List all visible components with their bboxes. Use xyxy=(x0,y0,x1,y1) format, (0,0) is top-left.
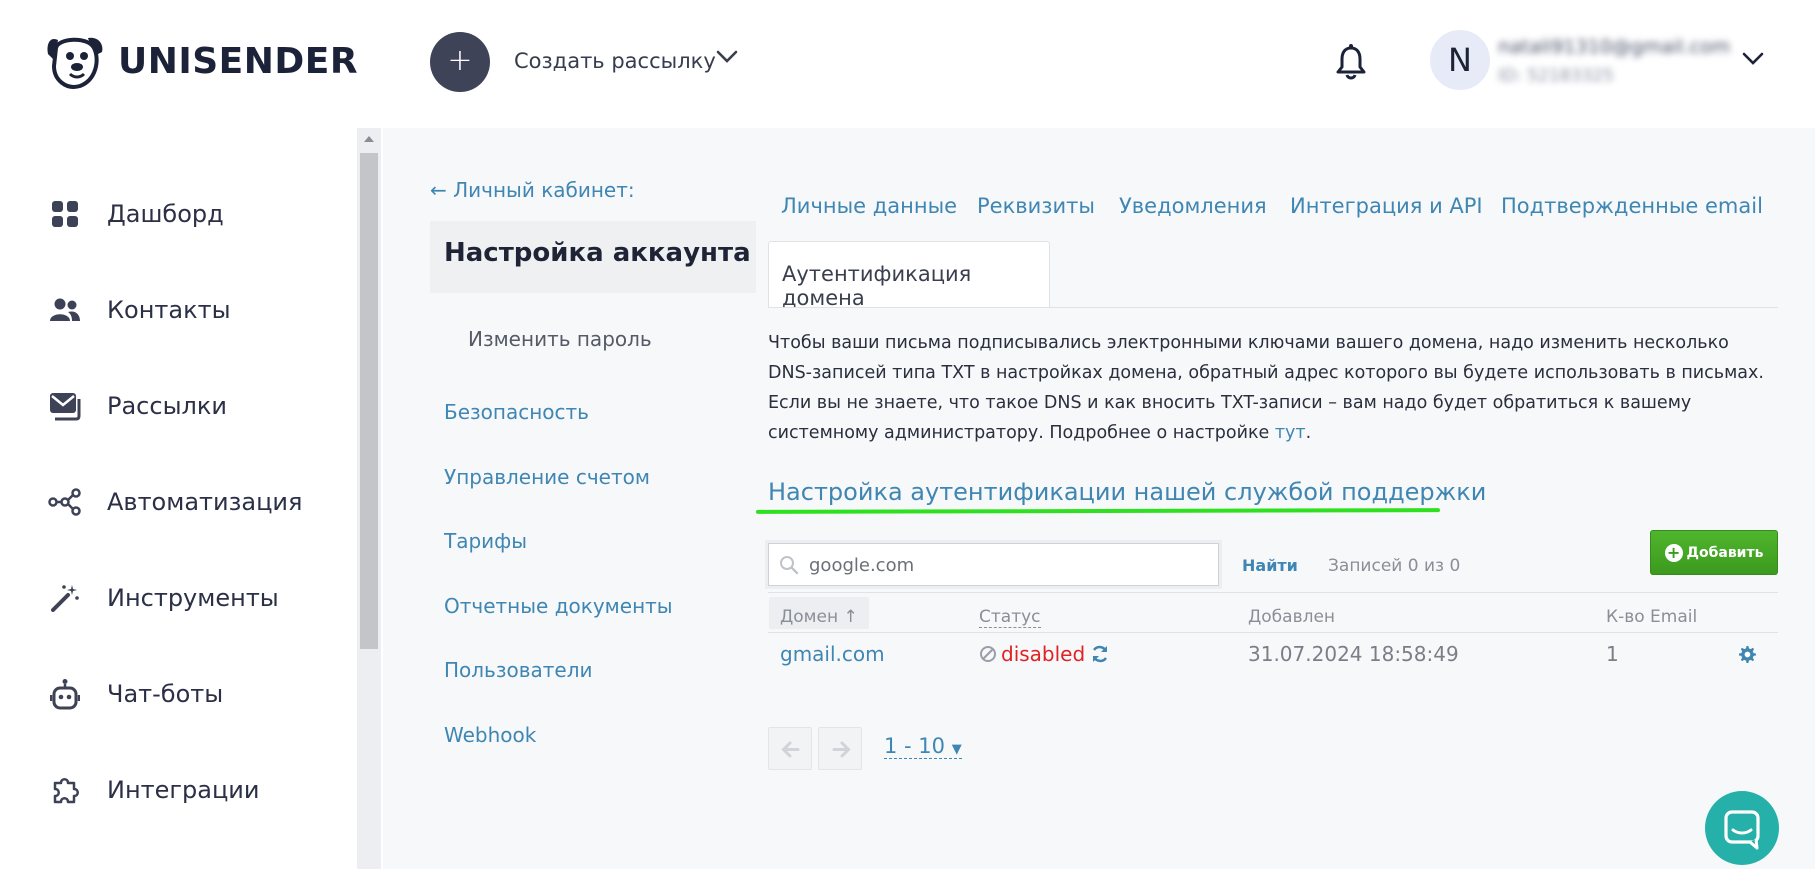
user-email: natali91310@gmail.com xyxy=(1498,36,1731,58)
chevron-down-icon[interactable] xyxy=(716,50,738,64)
table-header: Домен ↑ Статус Добавлен К-во Email xyxy=(768,592,1778,633)
disabled-circle-icon xyxy=(980,646,996,662)
account-menu-tariffs[interactable]: Тарифы xyxy=(444,529,527,553)
account-menu-users[interactable]: Пользователи xyxy=(444,658,593,682)
gear-icon[interactable] xyxy=(1737,645,1756,664)
pagination-next-button[interactable] xyxy=(818,727,862,770)
chat-icon xyxy=(1724,810,1760,850)
automation-icon xyxy=(48,485,82,519)
brand-name: UNISENDER xyxy=(118,40,359,82)
back-to-cabinet-link[interactable]: ← Личный кабинет: xyxy=(430,178,635,202)
account-menu-reports[interactable]: Отчетные документы xyxy=(444,594,673,618)
row-domain-link[interactable]: gmail.com xyxy=(780,642,885,666)
support-setup-link[interactable]: Настройка аутентификации нашей службой п… xyxy=(768,478,1486,506)
sidebar-item-tools[interactable]: Инструменты xyxy=(48,578,279,618)
sidebar-item-automation[interactable]: Автоматизация xyxy=(48,482,302,522)
mailings-icon xyxy=(48,389,82,423)
sidebar-scrollbar[interactable] xyxy=(357,128,381,869)
dog-logo-icon xyxy=(47,37,103,89)
tab-requisites[interactable]: Реквизиты xyxy=(977,194,1095,218)
sidebar-item-label: Дашборд xyxy=(107,200,224,228)
column-header-added[interactable]: Добавлен xyxy=(1248,607,1335,627)
tab-confirmed-emails[interactable]: Подтвержденные email xyxy=(1501,194,1763,218)
create-mailing-label[interactable]: Создать рассылку xyxy=(514,49,716,73)
sidebar-item-label: Рассылки xyxy=(107,392,227,420)
description-text: Чтобы ваши письма подписывались электрон… xyxy=(768,328,1778,448)
sidebar-item-label: Чат-боты xyxy=(107,680,224,708)
profile-chevron-down-icon[interactable] xyxy=(1742,52,1764,66)
records-count: Записей 0 из 0 xyxy=(1328,556,1461,576)
account-menu-webhook[interactable]: Webhook xyxy=(444,723,536,747)
integrations-icon xyxy=(48,773,82,807)
account-menu-security[interactable]: Безопасность xyxy=(444,400,589,424)
search-icon xyxy=(780,556,799,575)
add-button-label: Добавить xyxy=(1686,544,1764,561)
contacts-icon xyxy=(48,293,82,327)
create-mailing-button[interactable]: + xyxy=(430,32,490,92)
domain-search-field[interactable] xyxy=(768,543,1219,586)
sidebar-item-label: Контакты xyxy=(107,296,231,324)
bell-icon[interactable] xyxy=(1335,44,1367,80)
row-status: disabled xyxy=(979,642,1110,666)
sidebar-item-mailings[interactable]: Рассылки xyxy=(48,386,227,426)
account-menu-billing[interactable]: Управление счетом xyxy=(444,465,650,489)
add-domain-button[interactable]: + Добавить xyxy=(1650,530,1778,575)
arrow-right-icon xyxy=(832,741,851,758)
column-header-status[interactable]: Статус xyxy=(979,607,1041,628)
sidebar-item-integrations[interactable]: Интеграции xyxy=(48,770,259,810)
status-text: disabled xyxy=(1001,642,1086,666)
sidebar-item-label: Интеграции xyxy=(107,776,260,804)
account-menu-change-password[interactable]: Изменить пароль xyxy=(468,327,652,351)
pagination-prev-button[interactable] xyxy=(768,727,812,770)
description-link[interactable]: тут xyxy=(1275,423,1306,443)
find-button[interactable]: Найти xyxy=(1242,556,1298,575)
column-header-email-count[interactable]: К-во Email xyxy=(1606,607,1697,627)
plus-circle-icon: + xyxy=(1664,543,1683,562)
search-input[interactable] xyxy=(807,550,1207,580)
avatar[interactable]: N xyxy=(1430,30,1490,90)
caret-down-icon: ▼ xyxy=(951,742,962,757)
sidebar: Дашборд Контакты Рассылки Автоматизация … xyxy=(0,128,355,869)
sidebar-item-chatbots[interactable]: Чат-боты xyxy=(48,674,223,714)
description-body: Чтобы ваши письма подписывались электрон… xyxy=(768,333,1764,443)
column-header-domain[interactable]: Домен ↑ xyxy=(780,607,858,627)
sidebar-item-label: Автоматизация xyxy=(107,488,303,516)
tab-notifications[interactable]: Уведомления xyxy=(1119,194,1267,218)
row-email-count: 1 xyxy=(1606,642,1619,666)
arrow-left-icon xyxy=(781,741,800,758)
tab-personal-data[interactable]: Личные данные xyxy=(781,194,957,218)
sidebar-item-contacts[interactable]: Контакты xyxy=(48,290,231,330)
tab-integration-api[interactable]: Интеграция и API xyxy=(1290,194,1483,218)
column-label: Домен xyxy=(780,607,839,627)
description-end: . xyxy=(1305,423,1312,443)
pagination-range-select[interactable]: 1 - 10 ▼ xyxy=(884,734,962,759)
range-label: 1 - 10 xyxy=(884,734,946,758)
sidebar-item-label: Инструменты xyxy=(107,584,279,612)
row-added-date: 31.07.2024 18:58:49 xyxy=(1248,642,1459,666)
page-title: Настройка аккаунта xyxy=(444,238,751,268)
tabs-divider xyxy=(768,307,1778,308)
tools-icon xyxy=(48,581,82,615)
chatbot-icon xyxy=(48,677,82,711)
tab-domain-authentication[interactable]: Аутентификация домена xyxy=(768,241,1050,310)
sort-arrow-up-icon: ↑ xyxy=(843,607,858,627)
tab-label: Аутентификация домена xyxy=(782,262,972,310)
support-chat-button[interactable] xyxy=(1705,791,1779,865)
scroll-up-arrow-icon[interactable] xyxy=(357,128,381,150)
user-id: ID: 52183325 xyxy=(1498,66,1614,86)
brand-logo[interactable]: UNISENDER xyxy=(44,30,358,92)
dashboard-icon xyxy=(48,197,82,231)
refresh-icon[interactable] xyxy=(1090,644,1110,664)
sidebar-item-dashboard[interactable]: Дашборд xyxy=(48,194,224,234)
scrollbar-thumb[interactable] xyxy=(360,153,378,649)
table-row: gmail.com disabled 31.07.2024 18:58:49 1 xyxy=(768,634,1778,674)
